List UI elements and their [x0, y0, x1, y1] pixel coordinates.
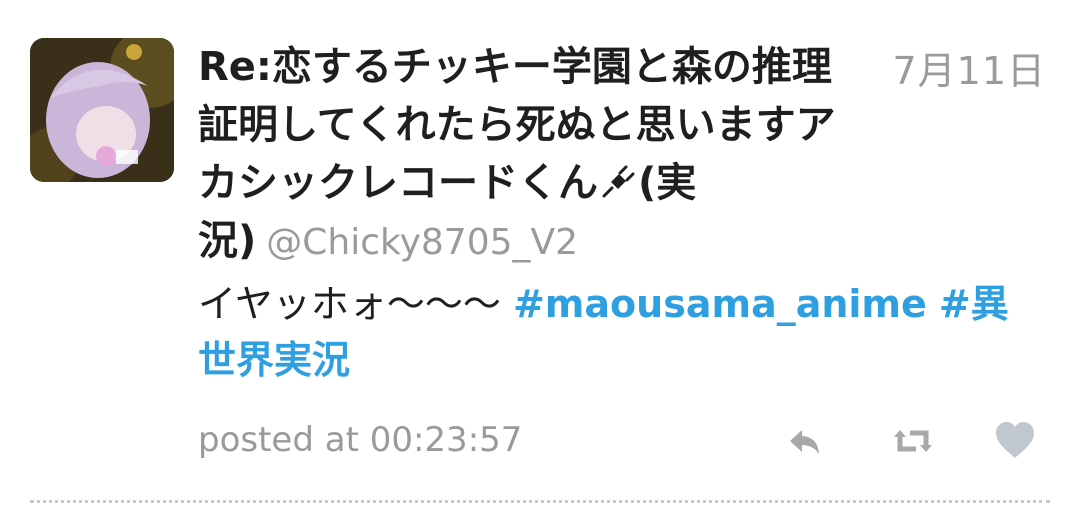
retweet-button[interactable]: [890, 418, 936, 464]
display-name[interactable]: Re:恋するチッキー学園と森の推理 証明してくれたら死ぬと思いますア カシックレ…: [198, 38, 878, 272]
hashtag-isekai-part2[interactable]: 世界実況: [198, 338, 350, 382]
tweet-card[interactable]: Re:恋するチッキー学園と森の推理 証明してくれたら死ぬと思いますア カシックレ…: [0, 0, 1080, 508]
tweet-actions: [0, 418, 1080, 464]
heart-icon: [996, 422, 1034, 458]
tweet-text: イヤッホォ〜〜〜: [198, 282, 501, 326]
display-name-line-3-text: カシックレコードくん: [198, 160, 598, 206]
display-name-line-3-suffix: (実: [638, 160, 697, 206]
display-name-line-4: 況) @Chicky8705_V2: [198, 212, 878, 272]
hashtag-maousama[interactable]: #maousama_anime: [513, 282, 927, 326]
retweet-icon: [894, 430, 932, 452]
display-name-line-1: Re:恋するチッキー学園と森の推理: [198, 44, 832, 90]
hashtag-isekai-part1[interactable]: #異: [939, 282, 1009, 326]
like-button[interactable]: [992, 418, 1038, 464]
display-name-line-3: カシックレコードくん (実: [198, 154, 878, 212]
plug-icon: [598, 160, 638, 200]
reply-icon: [790, 430, 819, 454]
display-name-line-4-text: 況): [198, 218, 257, 264]
tweet-date[interactable]: 7月11日: [892, 40, 1046, 95]
display-name-line-2: 証明してくれたら死ぬと思いますア: [198, 102, 836, 148]
reply-button[interactable]: [782, 418, 828, 464]
user-handle[interactable]: @Chicky8705_V2: [266, 222, 578, 263]
tweet-body: イヤッホォ〜〜〜 #maousama_anime #異 世界実況: [198, 276, 1058, 388]
divider: [30, 500, 1050, 503]
avatar[interactable]: [30, 38, 174, 182]
